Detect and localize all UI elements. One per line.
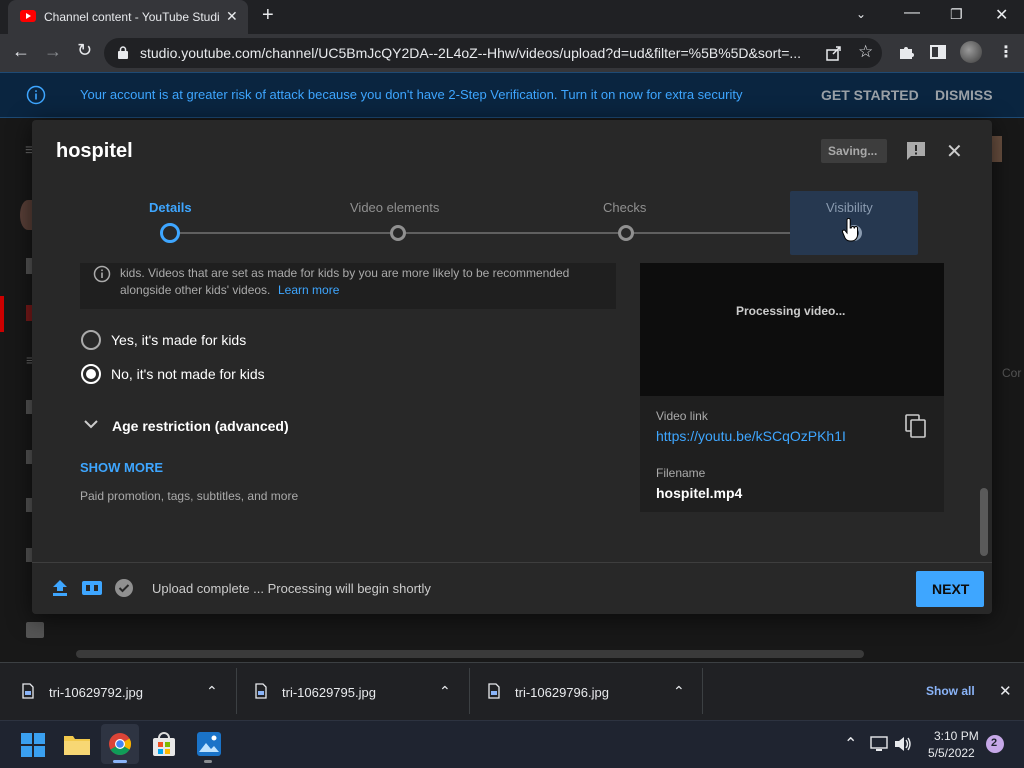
microsoft-store-icon[interactable] — [152, 731, 176, 757]
share-icon[interactable] — [826, 45, 842, 61]
made-for-kids-yes-radio[interactable] — [81, 330, 101, 350]
dismiss-button[interactable]: DISMISS — [935, 87, 993, 103]
age-restriction-toggle[interactable]: Age restriction (advanced) — [112, 418, 289, 434]
kids-notice-text: kids. Videos that are set as made for ki… — [120, 266, 570, 280]
video-preview — [640, 263, 944, 396]
send-feedback-icon[interactable] — [26, 622, 44, 638]
chevron-down-icon[interactable] — [84, 419, 98, 429]
side-panel-icon[interactable] — [930, 45, 946, 59]
file-explorer-icon[interactable] — [64, 733, 90, 755]
checks-complete-icon — [115, 579, 133, 597]
reload-icon[interactable]: ↻ — [77, 40, 92, 61]
mouse-cursor-hand-icon — [842, 218, 858, 242]
made-for-kids-yes-label[interactable]: Yes, it's made for kids — [111, 332, 246, 348]
file-icon — [255, 683, 267, 699]
saving-text: Saving... — [828, 144, 878, 158]
minimize-icon[interactable]: — — [904, 4, 920, 22]
downloads-bar — [0, 662, 1024, 720]
file-icon — [22, 683, 34, 699]
step-details-dot[interactable] — [160, 223, 180, 243]
stepper-line — [178, 232, 854, 234]
video-link[interactable]: https://youtu.be/kSCqOzPKh1I — [656, 428, 846, 444]
tab-close-icon[interactable]: ✕ — [226, 8, 238, 25]
chrome-running-indicator — [113, 760, 127, 763]
close-downloads-icon[interactable]: ✕ — [999, 682, 1012, 700]
download-2-chevron-up-icon[interactable]: ⌃ — [439, 683, 451, 700]
profile-avatar[interactable] — [960, 41, 982, 63]
info-outline-icon — [93, 265, 111, 283]
download-1-chevron-up-icon[interactable]: ⌃ — [206, 683, 218, 700]
dialog-close-icon[interactable]: ✕ — [946, 139, 963, 164]
processing-text: Processing video... — [736, 304, 846, 318]
new-tab-icon[interactable]: + — [262, 4, 274, 27]
dialog-title: hospitel — [56, 140, 133, 162]
tab-title: Channel content - YouTube Studi — [44, 10, 220, 24]
made-for-kids-no-label[interactable]: No, it's not made for kids — [111, 366, 265, 382]
tab-search-icon[interactable]: ⌄ — [856, 7, 866, 21]
network-icon[interactable] — [870, 736, 888, 752]
clock-time[interactable]: 3:10 PM — [934, 729, 979, 743]
tray-overflow-chevron-up-icon[interactable]: ⌃ — [844, 734, 857, 754]
step-details-label[interactable]: Details — [149, 200, 192, 215]
download-divider — [236, 668, 237, 714]
filename-label: Filename — [656, 466, 706, 480]
feedback-icon[interactable] — [905, 140, 927, 162]
horizontal-scrollbar[interactable] — [76, 650, 864, 658]
step-video-elements-dot[interactable] — [390, 225, 406, 241]
photos-running-indicator — [204, 760, 212, 763]
learn-more-link[interactable]: Learn more — [278, 283, 339, 297]
clock-date[interactable]: 5/5/2022 — [928, 746, 975, 760]
step-visibility-label[interactable]: Visibility — [826, 200, 873, 215]
back-icon[interactable]: ← — [12, 41, 30, 62]
show-all-button[interactable]: Show all — [926, 684, 975, 698]
volume-icon[interactable] — [894, 736, 912, 752]
kids-notice-text-2: alongside other kids' videos. — [120, 283, 271, 297]
get-started-button[interactable]: GET STARTED — [821, 87, 919, 103]
made-for-kids-no-radio[interactable] — [81, 364, 101, 384]
forward-icon[interactable]: → — [44, 41, 62, 62]
chrome-icon[interactable] — [108, 732, 132, 756]
photos-icon[interactable] — [197, 732, 221, 756]
show-more-description: Paid promotion, tags, subtitles, and mor… — [80, 489, 299, 503]
restore-icon[interactable]: ❐ — [950, 6, 963, 23]
nav-active-indicator — [0, 296, 4, 332]
browser-menu-icon[interactable]: ⋮ — [998, 42, 1014, 62]
step-checks-label[interactable]: Checks — [603, 200, 646, 215]
youtube-favicon-icon — [20, 10, 36, 22]
copy-icon[interactable] — [905, 414, 927, 438]
download-divider — [702, 668, 703, 714]
step-video-elements-label[interactable]: Video elements — [350, 200, 439, 215]
download-item-1[interactable]: tri-10629792.jpg — [49, 685, 143, 700]
download-item-3[interactable]: tri-10629796.jpg — [515, 685, 609, 700]
show-more-button[interactable]: SHOW MORE — [80, 460, 163, 475]
download-item-2[interactable]: tri-10629795.jpg — [282, 685, 376, 700]
download-divider — [469, 668, 470, 714]
extensions-puzzle-icon[interactable] — [898, 44, 914, 60]
windows-start-icon[interactable] — [21, 733, 45, 757]
background-column-label: Cor — [1002, 366, 1022, 380]
file-icon — [488, 683, 500, 699]
window-close-icon[interactable]: ✕ — [995, 5, 1008, 25]
banner-message: Your account is at greater risk of attac… — [80, 87, 743, 102]
next-button-label[interactable]: NEXT — [932, 581, 969, 597]
dialog-scrollbar[interactable] — [980, 488, 988, 556]
bookmark-star-icon[interactable]: ☆ — [858, 42, 873, 62]
info-icon — [26, 85, 46, 105]
notification-count: 2 — [991, 737, 998, 749]
url-text: studio.youtube.com/channel/UC5BmJcQY2DA-… — [140, 45, 802, 61]
step-checks-dot[interactable] — [618, 225, 634, 241]
video-link-label: Video link — [656, 409, 708, 423]
hd-icon — [82, 581, 102, 595]
upload-icon — [53, 580, 67, 596]
download-3-chevron-up-icon[interactable]: ⌃ — [673, 683, 685, 700]
lock-icon[interactable] — [118, 46, 128, 59]
filename-value: hospitel.mp4 — [656, 485, 743, 501]
upload-status-text: Upload complete ... Processing will begi… — [152, 581, 431, 596]
